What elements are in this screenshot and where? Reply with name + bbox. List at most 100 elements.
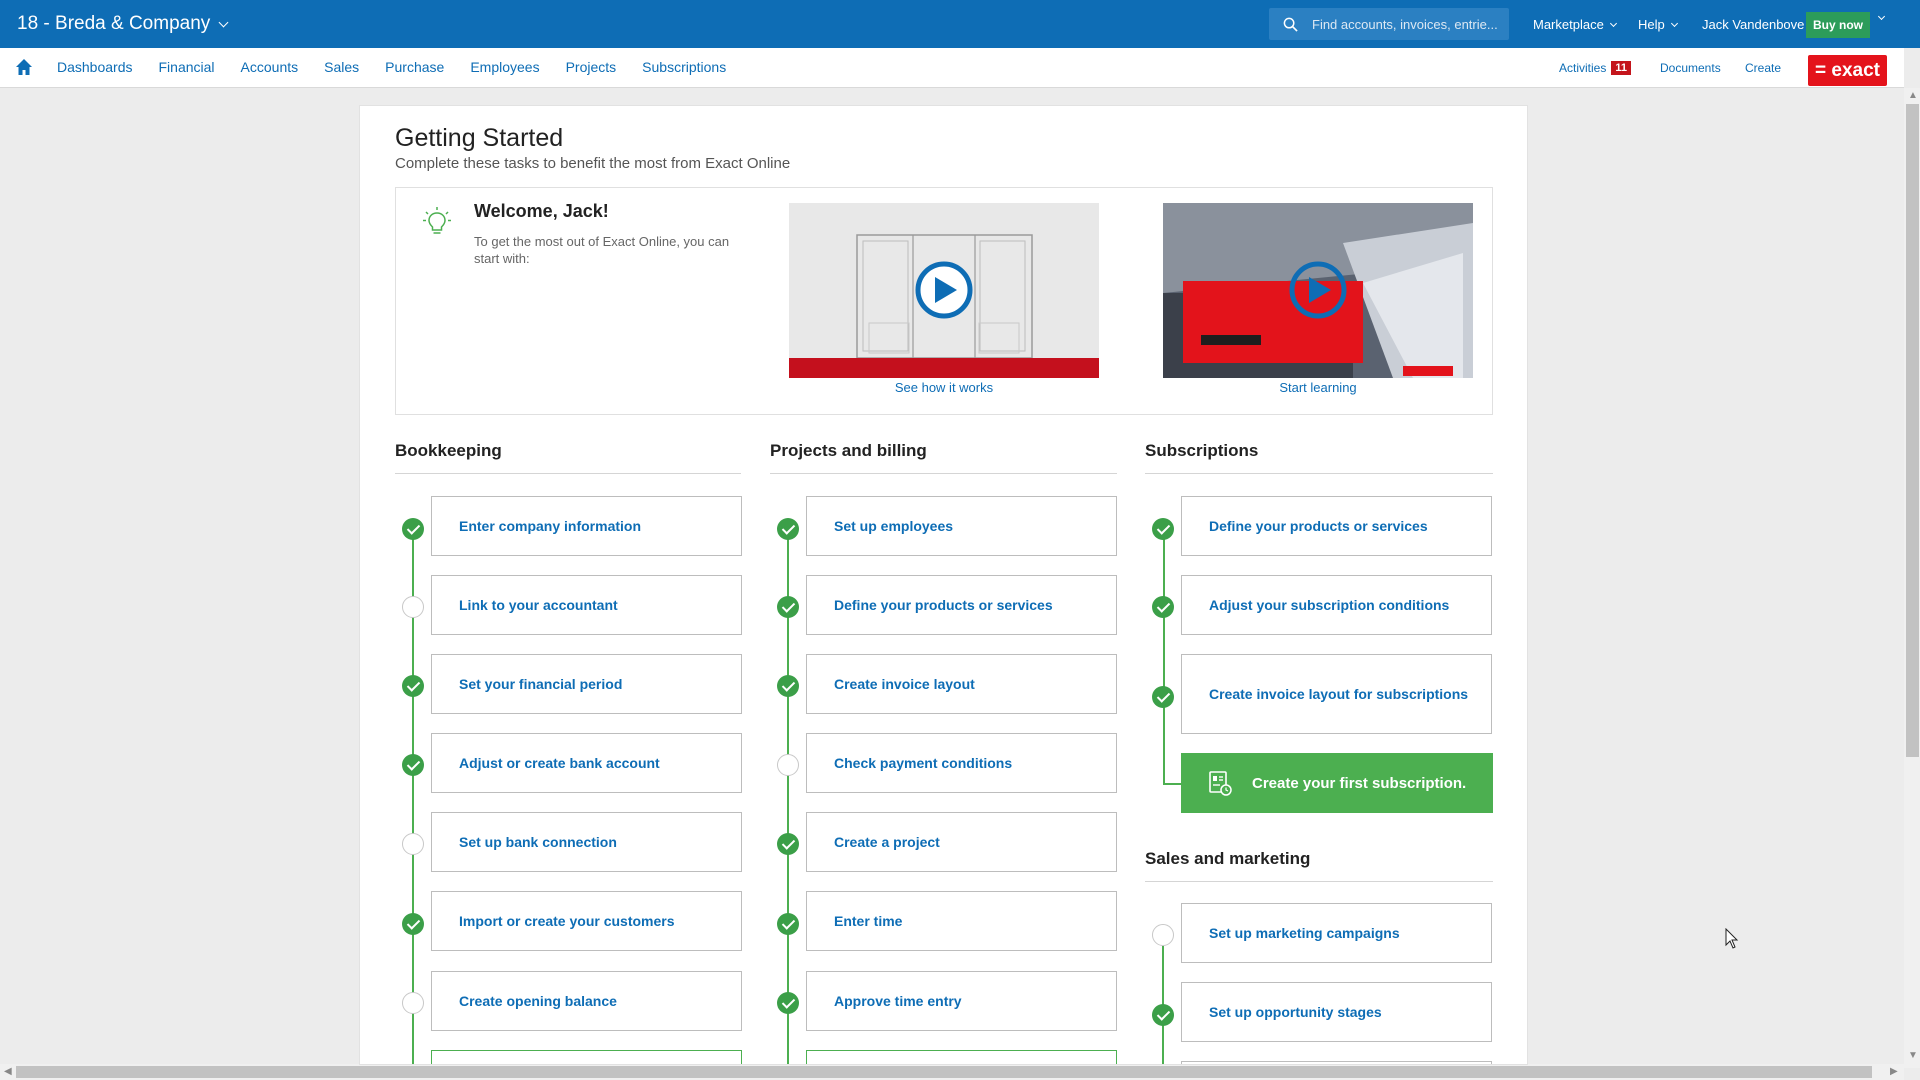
global-search[interactable] (1269, 8, 1509, 40)
scroll-left-icon[interactable]: ◀ (4, 1066, 12, 1077)
step-label: Set up bank connection (459, 833, 617, 850)
step-enter-time[interactable]: Enter time (806, 891, 1117, 951)
step-invoice-layout-subscriptions[interactable]: Create invoice layout for subscriptions (1181, 654, 1492, 734)
marketplace-menu[interactable]: Marketplace (1533, 17, 1617, 32)
nav-sales[interactable]: Sales (324, 59, 359, 75)
step-next[interactable] (806, 1050, 1117, 1064)
step-label: Adjust your subscription conditions (1209, 596, 1450, 613)
nav-financial[interactable]: Financial (159, 59, 215, 75)
start-learning-link[interactable]: Start learning (1163, 380, 1473, 395)
buy-now-button[interactable]: Buy now (1806, 12, 1870, 38)
step-status-icon (402, 992, 424, 1014)
step-label: Create opening balance (459, 992, 617, 1009)
step-adjust-bank-account[interactable]: Adjust or create bank account (431, 733, 742, 793)
nav-projects[interactable]: Projects (566, 59, 617, 75)
step-label: Set up employees (834, 517, 954, 534)
step-next[interactable] (431, 1050, 742, 1064)
step-label: Create a project (834, 833, 940, 850)
step-label: Create invoice layout (834, 675, 975, 692)
step-link-accountant[interactable]: Link to your accountant (431, 575, 742, 635)
user-menu[interactable]: Jack Vandenbove (1702, 17, 1804, 32)
nav-purchase[interactable]: Purchase (385, 59, 444, 75)
step-approve-time-entry[interactable]: Approve time entry (806, 971, 1117, 1031)
chevron-down-icon (1609, 19, 1617, 27)
step-opportunity-stages[interactable]: Set up opportunity stages (1181, 982, 1492, 1042)
welcome-text: To get the most out of Exact Online, you… (474, 234, 730, 266)
step-check-payment-conditions[interactable]: Check payment conditions (806, 733, 1117, 793)
step-define-products-subscriptions[interactable]: Define your products or services (1181, 496, 1492, 556)
chevron-down-icon (218, 17, 229, 27)
home-icon[interactable] (15, 58, 33, 76)
help-label: Help (1638, 17, 1665, 32)
nav-employees[interactable]: Employees (470, 59, 539, 75)
step-status-icon (777, 913, 799, 935)
search-input[interactable] (1312, 16, 1502, 32)
step-label: Check payment conditions (834, 754, 1013, 771)
search-icon (1283, 17, 1298, 32)
user-name: Jack Vandenbove (1702, 17, 1805, 32)
cta-label: Create your first subscription. (1252, 774, 1467, 792)
step-status-icon (777, 518, 799, 540)
divider (1145, 881, 1493, 882)
page-subtitle: Complete these tasks to benefit the most… (395, 155, 791, 172)
page-title: Getting Started (395, 124, 564, 152)
step-label: Enter company information (459, 517, 642, 534)
step-create-invoice-layout[interactable]: Create invoice layout (806, 654, 1117, 714)
create-first-subscription-button[interactable]: Create your first subscription. (1181, 753, 1493, 813)
documents-link[interactable]: Documents (1660, 61, 1721, 75)
step-set-up-employees[interactable]: Set up employees (806, 496, 1117, 556)
scroll-up-icon[interactable]: ▲ (1908, 90, 1918, 101)
divider (1145, 473, 1493, 474)
nav-accounts[interactable]: Accounts (241, 59, 299, 75)
create-label: Create (1745, 61, 1782, 75)
subscriptions-heading: Subscriptions (1145, 441, 1259, 460)
step-subscription-conditions[interactable]: Adjust your subscription conditions (1181, 575, 1492, 635)
company-switcher[interactable]: 18 - Breda & Company (17, 13, 229, 35)
activities-count-badge: 11 (1611, 61, 1631, 75)
step-marketing-campaigns[interactable]: Set up marketing campaigns (1181, 903, 1492, 963)
user-dropdown[interactable] (1872, 12, 1886, 21)
step-status-icon (402, 596, 424, 618)
step-status-icon (402, 518, 424, 540)
step-bank-connection[interactable]: Set up bank connection (431, 812, 742, 872)
top-bar: 18 - Breda & Company Marketplace Help Ja… (0, 0, 1920, 48)
step-enter-company-information[interactable]: Enter company information (431, 496, 742, 556)
step-status-icon (777, 992, 799, 1014)
step-label: Adjust or create bank account (459, 754, 660, 771)
marketplace-label: Marketplace (1533, 17, 1604, 32)
nav-subscriptions[interactable]: Subscriptions (642, 59, 726, 75)
help-menu[interactable]: Help (1638, 17, 1678, 32)
step-define-products[interactable]: Define your products or services (806, 575, 1117, 635)
video-thumbnail (1163, 203, 1473, 378)
horizontal-scroll-thumb[interactable] (16, 1066, 1872, 1078)
exact-logo[interactable]: = exact (1808, 55, 1887, 86)
step-set-financial-period[interactable]: Set your financial period (431, 654, 742, 714)
nav-dashboards[interactable]: Dashboards (57, 59, 133, 75)
video-how-it-works[interactable] (789, 203, 1099, 378)
vertical-scroll-thumb[interactable] (1906, 104, 1919, 757)
activities-link[interactable]: Activities 11 (1559, 61, 1631, 75)
see-how-it-works-link[interactable]: See how it works (789, 380, 1099, 395)
step-create-project[interactable]: Create a project (806, 812, 1117, 872)
step-label: Create invoice layout for subscriptions (1209, 685, 1469, 702)
step-status-icon (1152, 596, 1174, 618)
step-opening-balance[interactable]: Create opening balance (431, 971, 742, 1031)
step-label: Link to your accountant (459, 596, 618, 613)
nav-items: Dashboards Financial Accounts Sales Purc… (57, 59, 752, 75)
step-label: Approve time entry (834, 992, 962, 1009)
video-start-learning[interactable] (1163, 203, 1473, 378)
step-label: Define your products or services (1209, 517, 1428, 534)
scroll-down-icon[interactable]: ▼ (1908, 1050, 1918, 1061)
chevron-down-icon (1877, 12, 1886, 21)
step-import-customers[interactable]: Import or create your customers (431, 891, 742, 951)
step-next[interactable] (1181, 1061, 1492, 1064)
welcome-title: Welcome, Jack! (474, 201, 609, 221)
step-label: Import or create your customers (459, 912, 675, 929)
company-name: 18 - Breda & Company (17, 13, 211, 34)
projects-heading: Projects and billing (770, 441, 927, 460)
step-label: Enter time (834, 912, 903, 929)
bookkeeping-heading: Bookkeeping (395, 441, 502, 460)
create-link[interactable]: Create (1745, 61, 1781, 75)
scroll-right-icon[interactable]: ▶ (1890, 1066, 1898, 1077)
subscription-icon (1209, 771, 1232, 796)
